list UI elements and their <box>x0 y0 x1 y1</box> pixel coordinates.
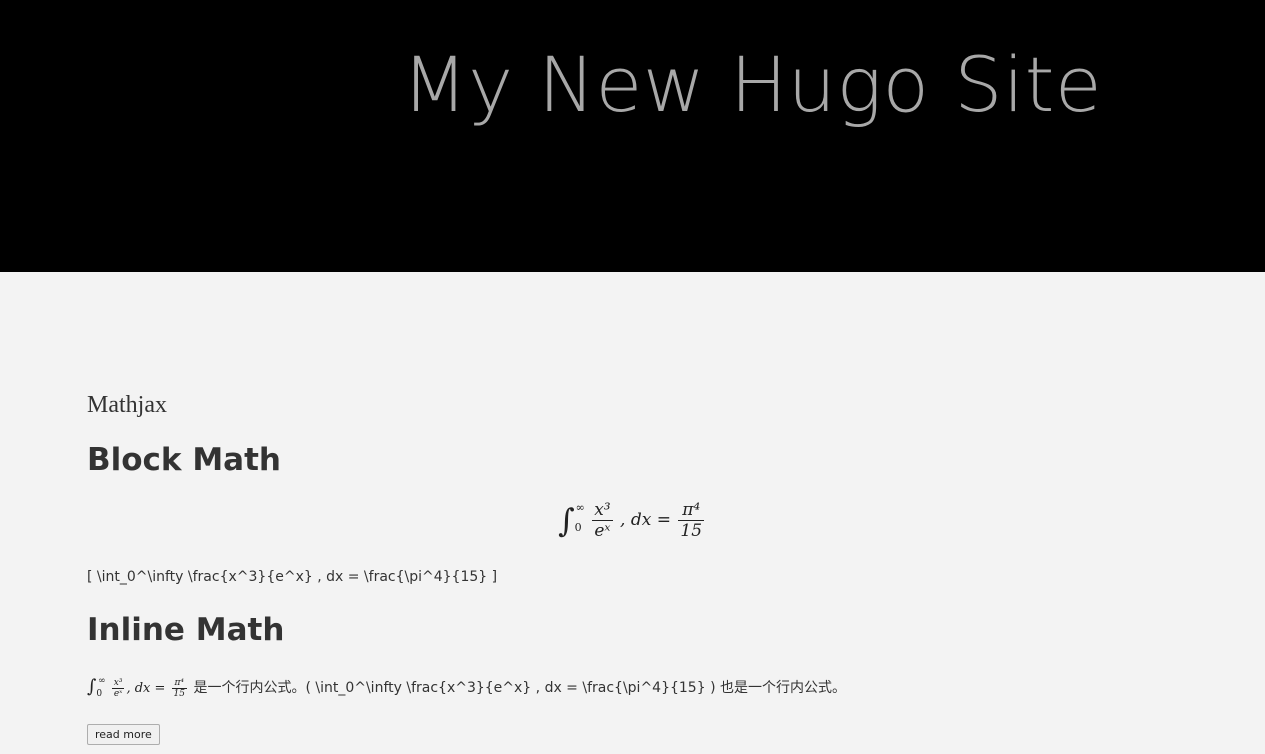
integral-lower-limit: 0 <box>96 689 103 699</box>
formula-middle: , dx = <box>620 510 671 530</box>
integral-upper-limit: ∞ <box>575 501 585 514</box>
fraction: x³ eˣ <box>111 678 125 699</box>
integral-sign: ∫ <box>557 501 575 540</box>
block-math-raw-text: [ \int_0^\infty \frac{x^3}{e^x} , dx = \… <box>87 569 498 585</box>
inline-math-heading: Inline Math <box>87 612 285 648</box>
fraction-denominator: eˣ <box>113 689 123 699</box>
formula-middle: , dx = <box>126 681 166 696</box>
fraction: x³ eˣ <box>592 500 613 541</box>
site-title[interactable]: My New Hugo Site <box>402 40 1102 129</box>
fraction-denominator: eˣ <box>594 521 611 541</box>
inline-math-formula: ∫0 ∞ x³ eˣ, dx = π⁴ 15 <box>87 676 189 699</box>
block-math-heading: Block Math <box>87 442 281 478</box>
fraction-numerator: π⁴ <box>171 678 187 689</box>
integral-upper-limit: ∞ <box>98 676 106 686</box>
read-more-button[interactable]: read more <box>87 724 160 745</box>
fraction-numerator: π⁴ <box>678 500 705 521</box>
fraction-numerator: x³ <box>592 500 613 521</box>
fraction-numerator: x³ <box>111 678 125 689</box>
fraction-rhs: π⁴ 15 <box>171 678 187 699</box>
post-title[interactable]: Mathjax <box>87 392 167 419</box>
fraction-denominator: 15 <box>680 521 703 541</box>
integral-sign: ∫ <box>87 676 97 697</box>
inline-math-text: 是一个行内公式。( \int_0^\infty \frac{x^3}{e^x} … <box>189 680 846 696</box>
fraction-rhs: π⁴ 15 <box>678 500 705 541</box>
site-header: My New Hugo Site <box>0 0 1265 272</box>
fraction-denominator: 15 <box>173 689 185 699</box>
inline-math-paragraph: ∫0 ∞ x³ eˣ, dx = π⁴ 15 是一个行内公式。( \int_0^\in… <box>87 676 846 699</box>
integral-lower-limit: 0 <box>574 521 582 534</box>
block-math-formula: ∫0 ∞ x³ eˣ , dx = π⁴ 15 <box>87 500 1177 541</box>
